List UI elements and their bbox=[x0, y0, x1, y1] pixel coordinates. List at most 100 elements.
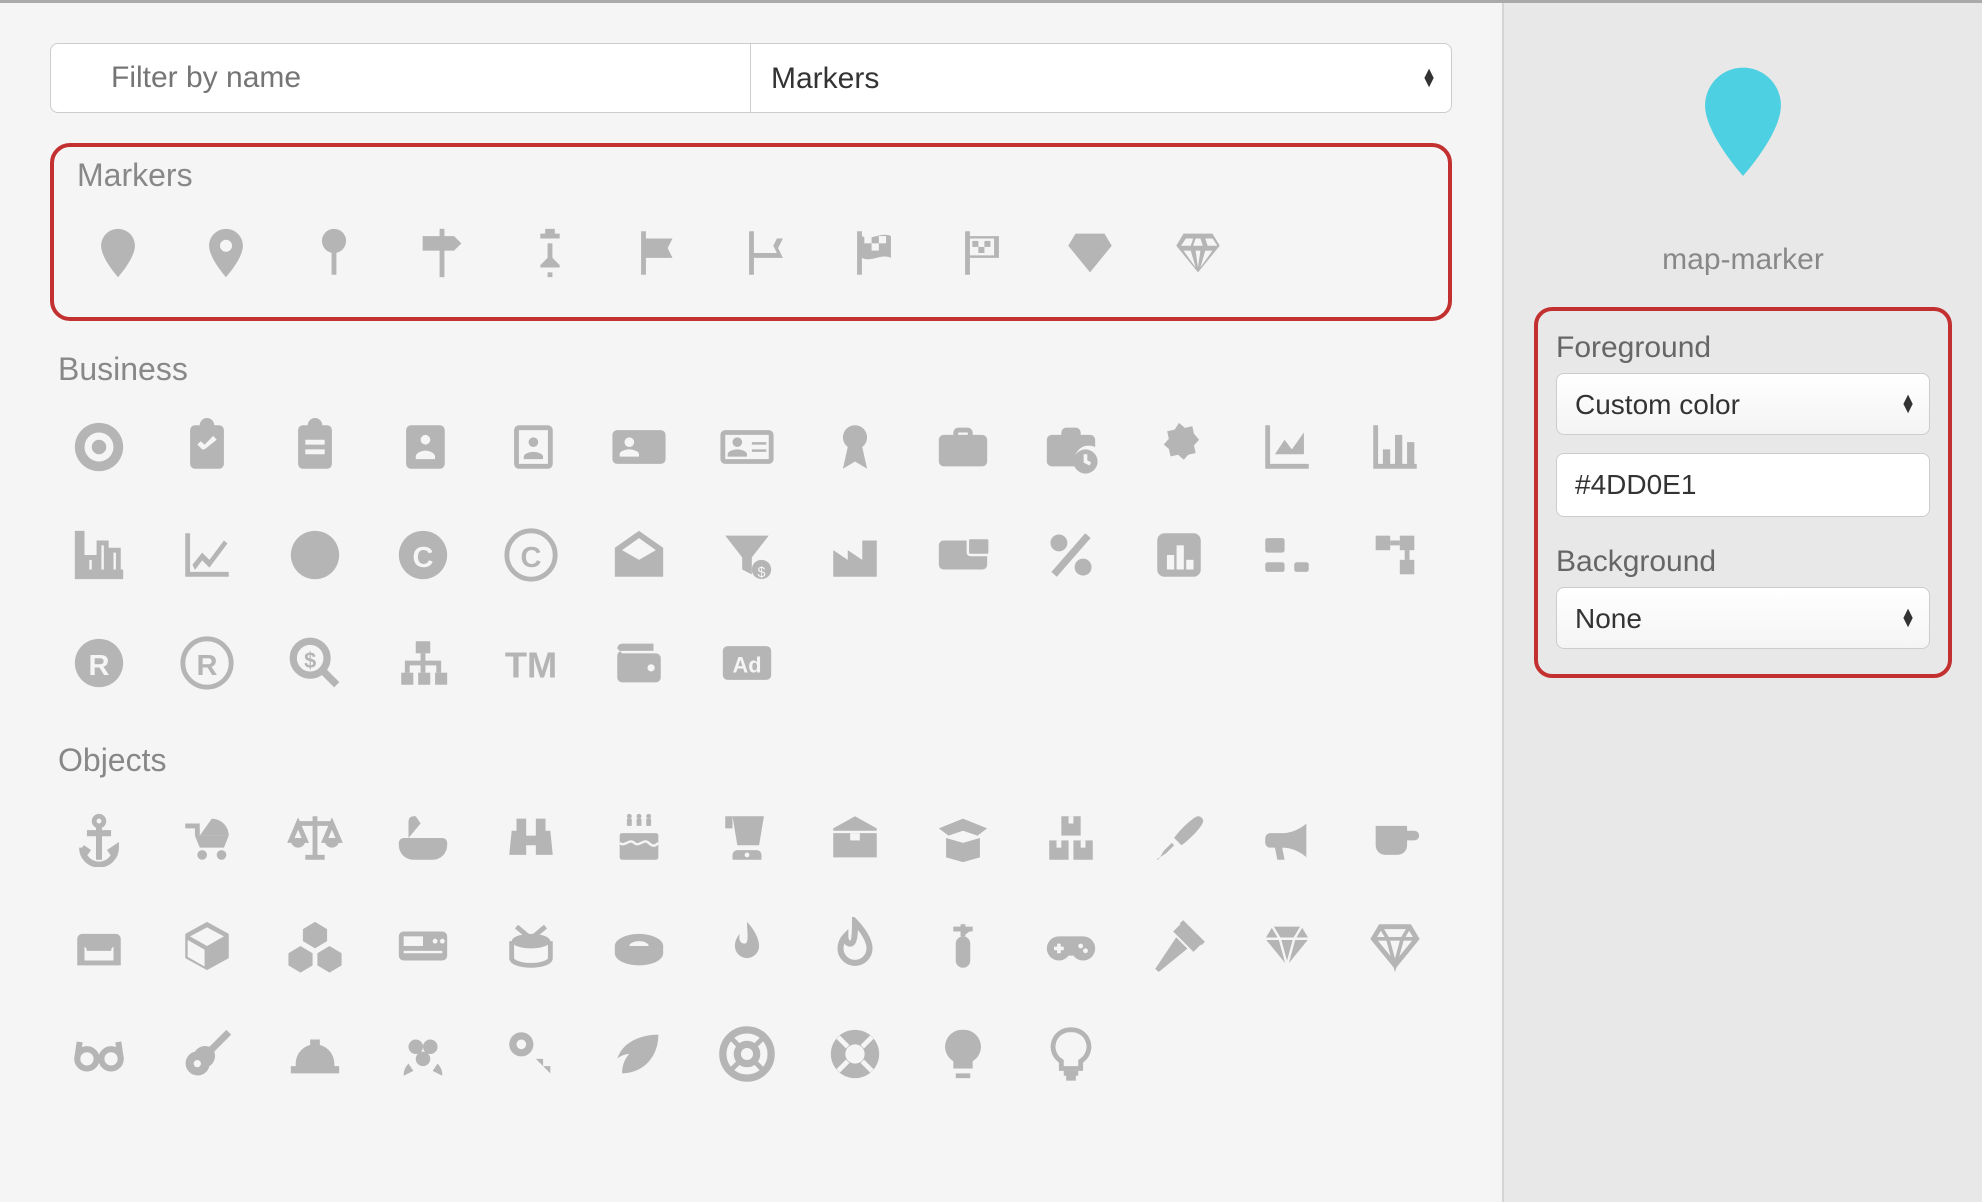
id-card-icon[interactable] bbox=[590, 398, 688, 496]
round-pin-icon[interactable] bbox=[285, 204, 383, 302]
balance-scale-icon[interactable] bbox=[266, 789, 364, 887]
clipboard-check-icon[interactable] bbox=[158, 398, 256, 496]
signpost-icon[interactable] bbox=[393, 204, 491, 302]
bar-chart-icon[interactable] bbox=[1346, 398, 1444, 496]
color-controls-highlight: Foreground Custom color ▲▼ Background No… bbox=[1534, 307, 1952, 678]
section-title-markers: Markers bbox=[69, 157, 1433, 194]
glasses-icon[interactable] bbox=[50, 1005, 148, 1103]
industry-icon[interactable] bbox=[806, 506, 904, 604]
wallet-icon[interactable] bbox=[590, 614, 688, 712]
foreground-mode-select[interactable]: Custom color bbox=[1556, 373, 1930, 435]
trademark-icon[interactable]: TM bbox=[482, 614, 580, 712]
clipboard-list-icon[interactable] bbox=[266, 398, 364, 496]
gem-outline-icon[interactable] bbox=[1346, 897, 1444, 995]
preview-icon-name: map-marker bbox=[1534, 243, 1952, 277]
envelope-open-text-icon[interactable] bbox=[590, 506, 688, 604]
search-dollar-icon[interactable]: $ bbox=[266, 614, 364, 712]
background-label: Background bbox=[1556, 545, 1930, 579]
poll-icon[interactable] bbox=[1130, 506, 1228, 604]
area-chart-icon[interactable] bbox=[1238, 398, 1336, 496]
certificate-badge-icon[interactable] bbox=[1130, 398, 1228, 496]
thumbtack-icon[interactable] bbox=[501, 204, 599, 302]
registered-solid-icon[interactable]: R bbox=[50, 614, 148, 712]
pie-chart-icon[interactable] bbox=[266, 506, 364, 604]
line-chart-icon[interactable] bbox=[158, 506, 256, 604]
category-select[interactable]: Markers bbox=[751, 43, 1452, 113]
bath-icon[interactable] bbox=[374, 789, 472, 887]
icon-picker-main: Markers ▲▼ Markers bbox=[0, 3, 1502, 1202]
flag-solid-icon[interactable] bbox=[609, 204, 707, 302]
guitar-icon[interactable] bbox=[158, 1005, 256, 1103]
cube-icon[interactable] bbox=[158, 897, 256, 995]
project-diagram-icon[interactable] bbox=[1238, 506, 1336, 604]
gavel-icon[interactable] bbox=[1130, 897, 1228, 995]
key-icon[interactable] bbox=[482, 1005, 580, 1103]
svg-text:$: $ bbox=[757, 565, 765, 581]
foreground-label: Foreground bbox=[1556, 331, 1930, 365]
background-mode-select[interactable]: None bbox=[1556, 587, 1930, 649]
svg-text:R: R bbox=[197, 650, 218, 682]
svg-text:Ad: Ad bbox=[733, 653, 762, 678]
bullhorn-icon[interactable] bbox=[1238, 789, 1336, 887]
paint-brush-icon[interactable] bbox=[1130, 789, 1228, 887]
section-title-business: Business bbox=[50, 351, 1452, 388]
checkered-flag-solid-icon[interactable] bbox=[825, 204, 923, 302]
flag-outline-icon[interactable] bbox=[717, 204, 815, 302]
digital-tachograph-icon[interactable] bbox=[374, 897, 472, 995]
fire-extinguisher-icon[interactable] bbox=[914, 897, 1012, 995]
svg-text:$: $ bbox=[304, 648, 316, 673]
checkered-flag-outline-icon[interactable] bbox=[933, 204, 1031, 302]
sitemap-icon[interactable] bbox=[374, 614, 472, 712]
holly-berry-icon[interactable] bbox=[374, 1005, 472, 1103]
registered-outline-icon[interactable]: R bbox=[158, 614, 256, 712]
funnel-dollar-icon[interactable]: $ bbox=[698, 506, 796, 604]
filter-input[interactable] bbox=[50, 43, 751, 113]
map-marker-hole-icon[interactable] bbox=[177, 204, 275, 302]
boxes-stacked-icon[interactable] bbox=[1022, 789, 1120, 887]
briefcase-icon[interactable] bbox=[914, 398, 1012, 496]
id-card-outline-icon[interactable] bbox=[698, 398, 796, 496]
binoculars-icon[interactable] bbox=[482, 789, 580, 887]
copyright-solid-icon[interactable]: C bbox=[374, 506, 472, 604]
fire-icon[interactable] bbox=[698, 897, 796, 995]
section-title-objects: Objects bbox=[50, 742, 1452, 779]
baby-carriage-icon[interactable] bbox=[158, 789, 256, 887]
birthday-cake-icon[interactable] bbox=[590, 789, 688, 887]
couch-icon[interactable] bbox=[50, 897, 148, 995]
gem-solid-icon[interactable] bbox=[1238, 897, 1336, 995]
lightbulb-outline-icon[interactable] bbox=[1022, 1005, 1120, 1103]
gamepad-icon[interactable] bbox=[1022, 897, 1120, 995]
fire-alt-icon[interactable] bbox=[806, 897, 904, 995]
film-reel-icon[interactable] bbox=[590, 897, 688, 995]
anchor-icon[interactable] bbox=[50, 789, 148, 887]
leaf-icon[interactable] bbox=[590, 1005, 688, 1103]
copyright-outline-icon[interactable]: C bbox=[482, 506, 580, 604]
properties-panel: map-marker Foreground Custom color ▲▼ Ba… bbox=[1502, 3, 1982, 1202]
cubes-icon[interactable] bbox=[266, 897, 364, 995]
ad-icon[interactable]: Ad bbox=[698, 614, 796, 712]
diamond-outline-icon[interactable] bbox=[1149, 204, 1247, 302]
percent-icon[interactable] bbox=[1022, 506, 1120, 604]
svg-text:C: C bbox=[521, 542, 542, 574]
briefcase-clock-icon[interactable] bbox=[1022, 398, 1120, 496]
lightbulb-solid-icon[interactable] bbox=[914, 1005, 1012, 1103]
box-icon[interactable] bbox=[806, 789, 904, 887]
diamond-solid-icon[interactable] bbox=[1041, 204, 1139, 302]
coffee-icon[interactable] bbox=[1346, 789, 1444, 887]
drum-icon[interactable] bbox=[482, 897, 580, 995]
svg-text:TM: TM bbox=[505, 645, 557, 686]
foreground-hex-input[interactable] bbox=[1557, 454, 1930, 516]
address-book-icon[interactable] bbox=[374, 398, 472, 496]
address-book-outline-icon[interactable] bbox=[482, 398, 580, 496]
map-marker-icon[interactable] bbox=[69, 204, 167, 302]
hard-hat-icon[interactable] bbox=[266, 1005, 364, 1103]
box-open-icon[interactable] bbox=[914, 789, 1012, 887]
bar-chart-outline-icon[interactable] bbox=[50, 506, 148, 604]
money-check-icon[interactable] bbox=[914, 506, 1012, 604]
life-ring-icon[interactable] bbox=[698, 1005, 796, 1103]
sitemap-node-icon[interactable] bbox=[1346, 506, 1444, 604]
bullseye-icon[interactable] bbox=[50, 398, 148, 496]
blender-icon[interactable] bbox=[698, 789, 796, 887]
award-ribbon-icon[interactable] bbox=[806, 398, 904, 496]
life-ring-solid-icon[interactable] bbox=[806, 1005, 904, 1103]
